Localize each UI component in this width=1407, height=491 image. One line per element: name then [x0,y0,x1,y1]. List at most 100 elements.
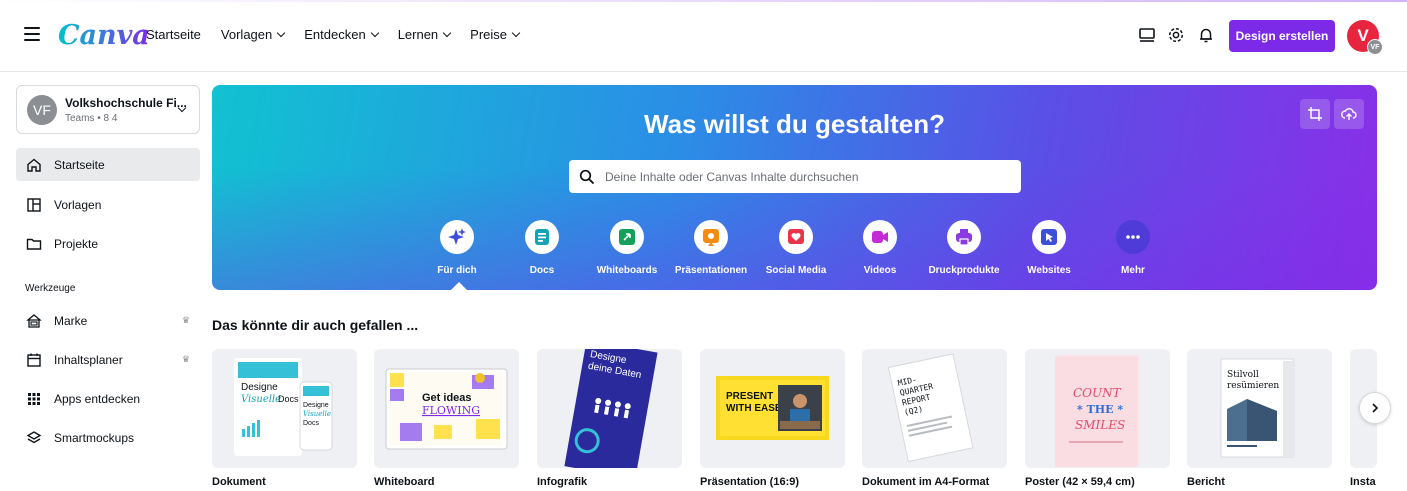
top-bar: Canva Startseite Vorlagen Entdecken Lern… [0,0,1407,72]
suggestion-card-whiteboard[interactable]: Get ideas FLOWING [374,349,519,468]
top-accent-line [0,0,1407,2]
cloud-upload-icon [1341,108,1357,120]
presentation-icon [703,229,719,246]
team-switcher[interactable]: VF Volkshochschule Fi... Teams • 8 4 [16,85,200,134]
svg-text:FLOWING: FLOWING [422,404,480,417]
nav-vorlagen[interactable]: Vorlagen [221,27,286,42]
sidebar-item-smartmockups[interactable]: Smartmockups [16,421,200,454]
card-label-bericht: Bericht [1187,476,1225,488]
sidebar-item-vorlagen[interactable]: Vorlagen [16,188,200,221]
print-icon [956,229,972,246]
svg-text:Visuelle: Visuelle [303,410,331,418]
calendar-icon [27,353,41,367]
sparkle-icon [448,228,466,245]
chevron-down-icon [511,28,521,37]
upload-button[interactable] [1334,99,1364,129]
card-label-poster: Poster (42 × 59,4 cm) [1025,476,1135,488]
category-social-media[interactable]: Social Media [751,220,841,276]
team-avatar-badge: VF [1367,39,1383,55]
crown-icon: ♛ [181,354,190,364]
category-websites[interactable]: Websites [1004,220,1094,276]
praesentation-thumbnail: PRESENT WITH EASE [716,376,829,440]
svg-text:Get ideas: Get ideas [422,392,472,404]
bericht-thumbnail: Stilvoll resümieren [1220,358,1295,458]
team-avatar: VF [27,95,57,125]
chevron-down-icon [442,28,452,37]
heart-icon [788,229,804,244]
sidebar-item-apps[interactable]: Apps entdecken [16,382,200,415]
card-label-praesentation: Präsentation (16:9) [700,476,800,488]
menu-icon[interactable] [24,27,40,41]
svg-text:COUNT: COUNT [1073,386,1122,400]
resize-button[interactable] [1300,99,1330,129]
create-design-button[interactable]: Design erstellen [1229,20,1335,52]
brand-icon [26,313,42,328]
canva-logo[interactable]: Canva [58,20,150,51]
dokument-a4-thumbnail: MID- QUARTER REPORT (Q2) [887,353,974,463]
team-subtitle: Teams • 8 4 [65,113,118,124]
svg-text:Designe: Designe [241,382,278,393]
category-druckprodukte[interactable]: Druckprodukte [919,220,1009,276]
sidebar-item-inhaltsplaner[interactable]: Inhaltsplaner ♛ [16,343,200,376]
category-praesentationen[interactable]: Präsentationen [666,220,756,276]
suggestions-title: Das könnte dir auch gefallen ... [212,317,419,333]
apps-grid-icon [28,392,40,405]
suggestion-card-poster[interactable]: COUNT * THE * SMILES [1025,349,1170,468]
sidebar-item-projekte[interactable]: Projekte [16,227,200,260]
gear-icon[interactable] [1167,26,1185,44]
desktop-icon[interactable] [1138,26,1156,44]
home-icon [27,158,41,172]
chevron-right-icon [1372,403,1379,413]
svg-text:Docs: Docs [303,420,319,427]
team-name: Volkshochschule Fi... [65,96,187,110]
nav-entdecken[interactable]: Entdecken [304,27,379,42]
chevron-down-icon [370,28,379,37]
category-videos[interactable]: Videos [835,220,925,276]
suggestion-card-bericht[interactable]: Stilvoll resümieren [1187,349,1332,468]
card-label-insta: Insta [1350,476,1376,488]
crop-icon [1308,107,1322,121]
search-input[interactable]: Deine Inhalte oder Canvas Inhalte durchs… [605,170,859,184]
svg-text:WITH EASE: WITH EASE [726,403,782,414]
folder-icon [26,238,42,250]
template-icon [27,197,41,212]
suggestion-card-praesentation[interactable]: PRESENT WITH EASE [700,349,845,468]
suggestion-card-dokument-a4[interactable]: MID- QUARTER REPORT (Q2) [862,349,1007,468]
category-fuer-dich[interactable]: Für dich [412,220,502,276]
svg-text:Visuelle: Visuelle [241,394,281,405]
category-whiteboards[interactable]: Whiteboards [582,220,672,276]
main-nav: Startseite Vorlagen Entdecken Lernen Pre… [146,27,539,42]
card-label-dokument-a4: Dokument im A4-Format [862,476,990,488]
whiteboard-thumbnail: Get ideas FLOWING [385,368,508,450]
more-icon [1126,235,1140,239]
category-mehr[interactable]: Mehr [1088,220,1178,276]
svg-text:Stilvoll: Stilvoll [1227,370,1259,380]
whiteboard-icon [619,229,635,245]
bell-icon[interactable] [1197,26,1215,44]
carousel-next-button[interactable] [1359,392,1391,424]
crown-icon: ♛ [181,315,190,325]
svg-text:Designe: Designe [303,402,329,409]
tools-heading: Werkzeuge [25,283,76,294]
sidebar-item-startseite[interactable]: Startseite [16,148,200,181]
nav-preise[interactable]: Preise [470,27,521,42]
search-bar[interactable]: Deine Inhalte oder Canvas Inhalte durchs… [569,160,1021,193]
infografik-thumbnail: Designe deine Daten [564,349,658,468]
nav-startseite[interactable]: Startseite [146,27,201,42]
nav-lernen[interactable]: Lernen [398,27,452,42]
card-label-whiteboard: Whiteboard [374,476,435,488]
svg-text:* THE *: * THE * [1077,403,1123,416]
hero-banner: Was willst du gestalten? Deine Inhalte o… [212,85,1377,290]
layers-icon [26,430,42,443]
suggestion-card-infografik[interactable]: Designe deine Daten [537,349,682,468]
dokument-thumbnail: Designe Visuelle Docs Designe Visuelle D… [234,358,333,456]
active-category-indicator [451,282,467,290]
suggestion-card-dokument[interactable]: Designe Visuelle Docs Designe Visuelle D… [212,349,357,468]
sidebar-item-marke[interactable]: Marke ♛ [16,304,200,337]
chevron-down-icon [277,28,286,37]
poster-thumbnail: COUNT * THE * SMILES [1055,355,1139,467]
category-docs[interactable]: Docs [497,220,587,276]
svg-text:PRESENT: PRESENT [726,391,773,402]
svg-text:Docs: Docs [278,394,299,404]
user-avatar[interactable]: V VF [1347,20,1383,55]
